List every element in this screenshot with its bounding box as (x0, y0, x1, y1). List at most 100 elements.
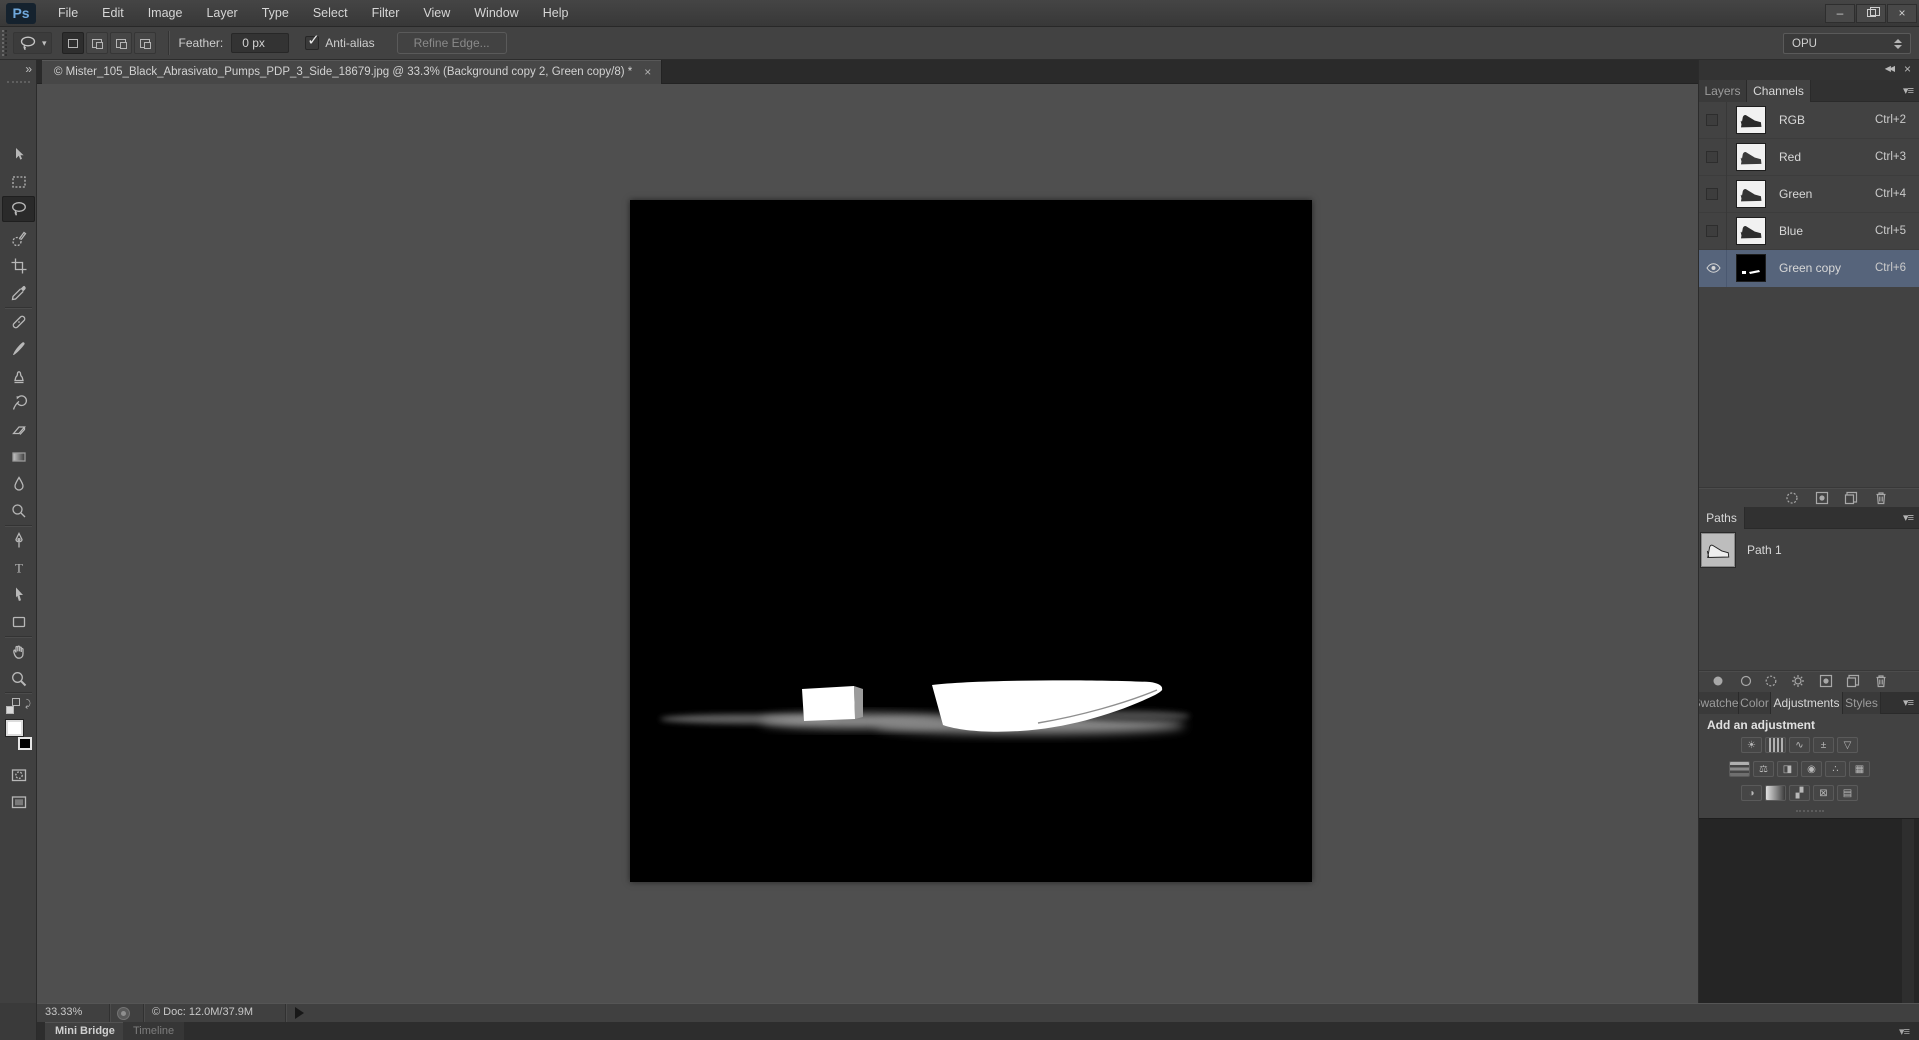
status-sync-icon[interactable] (117, 1007, 130, 1020)
channel-row-green[interactable]: Green Ctrl+4 (1699, 176, 1919, 213)
tab-swatches[interactable]: Swatches (1699, 692, 1739, 714)
selective-color-icon[interactable]: ▤ (1837, 785, 1858, 801)
tool-pen[interactable] (2, 528, 35, 554)
make-work-path-button[interactable] (1789, 673, 1807, 689)
panel-menu-icon[interactable]: ▾≡ (1903, 696, 1913, 709)
tool-gradient[interactable] (2, 444, 35, 470)
tool-zoom[interactable] (2, 666, 35, 692)
visibility-toggle[interactable] (1706, 176, 1727, 213)
feather-input[interactable]: 0 px (231, 33, 289, 53)
channel-row-rgb[interactable]: RGB Ctrl+2 (1699, 102, 1919, 139)
tool-eyedropper[interactable] (2, 280, 35, 306)
visibility-toggle[interactable] (1706, 139, 1727, 176)
tab-adjustments[interactable]: Adjustments (1771, 692, 1843, 714)
invert-icon[interactable]: ◑ (1741, 785, 1762, 801)
channel-row-green-copy[interactable]: Green copy Ctrl+6 (1699, 250, 1919, 287)
tool-quick-selection[interactable] (2, 226, 35, 252)
refine-edge-button[interactable]: Refine Edge... (397, 32, 507, 54)
swap-colors-icon[interactable]: ⤸ (4, 698, 32, 714)
tool-path-selection[interactable] (2, 582, 35, 608)
tool-hand[interactable] (2, 639, 35, 665)
tool-dodge[interactable] (2, 498, 35, 524)
collapse-panels-icon[interactable]: ◀◀ (1885, 64, 1893, 73)
tab-color[interactable]: Color (1739, 692, 1771, 714)
quick-mask-toggle[interactable] (2, 762, 35, 788)
tool-clone-stamp[interactable] (2, 363, 35, 389)
restore-button[interactable] (1856, 4, 1886, 23)
subtract-from-selection-button[interactable] (110, 32, 132, 54)
threshold-icon[interactable]: ▞ (1789, 785, 1810, 801)
curves-icon[interactable]: ∿ (1789, 737, 1810, 753)
panel-resize-grip[interactable] (1796, 810, 1824, 812)
options-grip[interactable] (2, 30, 7, 56)
path-row[interactable]: Path 1 (1699, 530, 1919, 570)
anti-alias-checkbox[interactable]: ✓ (305, 36, 319, 50)
toolbar-collapse-icon[interactable]: » (25, 62, 31, 76)
intersect-selection-button[interactable] (134, 32, 156, 54)
fill-path-button[interactable] (1709, 673, 1727, 689)
menu-help[interactable]: Help (531, 0, 581, 27)
workspace-switcher[interactable]: OPU (1783, 33, 1911, 54)
visibility-toggle[interactable] (1706, 213, 1727, 250)
color-balance-icon[interactable]: ⚖ (1753, 761, 1774, 777)
brightness-contrast-icon[interactable]: ☀ (1741, 737, 1762, 753)
load-channel-as-selection-button[interactable] (1783, 490, 1801, 506)
menu-type[interactable]: Type (250, 0, 301, 27)
status-play-icon[interactable] (295, 1007, 304, 1019)
zoom-level-field[interactable]: 33.33% (45, 1006, 82, 1018)
add-mask-button[interactable] (1817, 673, 1835, 689)
tool-rectangular-marquee[interactable] (2, 169, 35, 195)
tab-mini-bridge[interactable]: Mini Bridge (45, 1022, 125, 1040)
menu-edit[interactable]: Edit (90, 0, 136, 27)
tab-styles[interactable]: Styles (1843, 692, 1881, 714)
delete-path-button[interactable] (1872, 673, 1890, 689)
posterize-icon[interactable] (1765, 785, 1786, 801)
new-channel-button[interactable] (1842, 490, 1860, 506)
menu-image[interactable]: Image (136, 0, 195, 27)
photo-filter-icon[interactable]: ◉ (1801, 761, 1822, 777)
toolbar-grip[interactable] (7, 81, 30, 83)
color-lookup-icon[interactable]: ▦ (1849, 761, 1870, 777)
tab-layers[interactable]: Layers (1699, 80, 1747, 102)
visibility-toggle[interactable] (1706, 102, 1727, 139)
screen-mode-button[interactable] (2, 789, 35, 815)
foreground-color-swatch[interactable] (6, 720, 23, 736)
tab-paths[interactable]: Paths (1699, 507, 1745, 529)
tool-move[interactable] (2, 142, 35, 168)
menu-file[interactable]: File (46, 0, 90, 27)
tool-crop[interactable] (2, 253, 35, 279)
hue-saturation-icon[interactable] (1729, 761, 1750, 777)
panel-menu-icon[interactable]: ▾≡ (1899, 1025, 1909, 1038)
new-selection-button[interactable] (62, 32, 84, 54)
panel-menu-icon[interactable]: ▾≡ (1903, 511, 1913, 524)
tool-brush[interactable] (2, 336, 35, 362)
new-path-button[interactable] (1844, 673, 1862, 689)
visibility-toggle[interactable] (1706, 250, 1727, 287)
tab-close-icon[interactable]: × (644, 65, 651, 79)
menu-layer[interactable]: Layer (194, 0, 249, 27)
tab-channels[interactable]: Channels (1747, 80, 1811, 102)
close-button[interactable]: × (1887, 4, 1917, 23)
tool-rectangle-shape[interactable] (2, 609, 35, 635)
exposure-icon[interactable]: ± (1813, 737, 1834, 753)
canvas[interactable] (630, 200, 1312, 882)
minimize-button[interactable]: – (1825, 4, 1855, 23)
delete-channel-button[interactable] (1872, 490, 1890, 506)
tool-spot-healing[interactable] (2, 309, 35, 335)
lasso-tool-preset[interactable]: ▾ (13, 32, 52, 54)
channel-mixer-icon[interactable]: ∴ (1825, 761, 1846, 777)
save-selection-as-channel-button[interactable] (1813, 490, 1831, 506)
tool-eraser[interactable] (2, 417, 35, 443)
vibrance-icon[interactable]: ▽ (1837, 737, 1858, 753)
tool-lasso[interactable] (2, 196, 35, 222)
document-size-info[interactable]: © Doc: 12.0M/37.9M (152, 1006, 253, 1018)
tab-timeline[interactable]: Timeline (123, 1022, 184, 1040)
channel-row-red[interactable]: Red Ctrl+3 (1699, 139, 1919, 176)
levels-icon[interactable] (1765, 737, 1786, 753)
menu-window[interactable]: Window (462, 0, 530, 27)
black-white-icon[interactable]: ◨ (1777, 761, 1798, 777)
menu-view[interactable]: View (411, 0, 462, 27)
add-to-selection-button[interactable] (86, 32, 108, 54)
tool-type[interactable]: T (2, 555, 35, 581)
tool-blur[interactable] (2, 471, 35, 497)
